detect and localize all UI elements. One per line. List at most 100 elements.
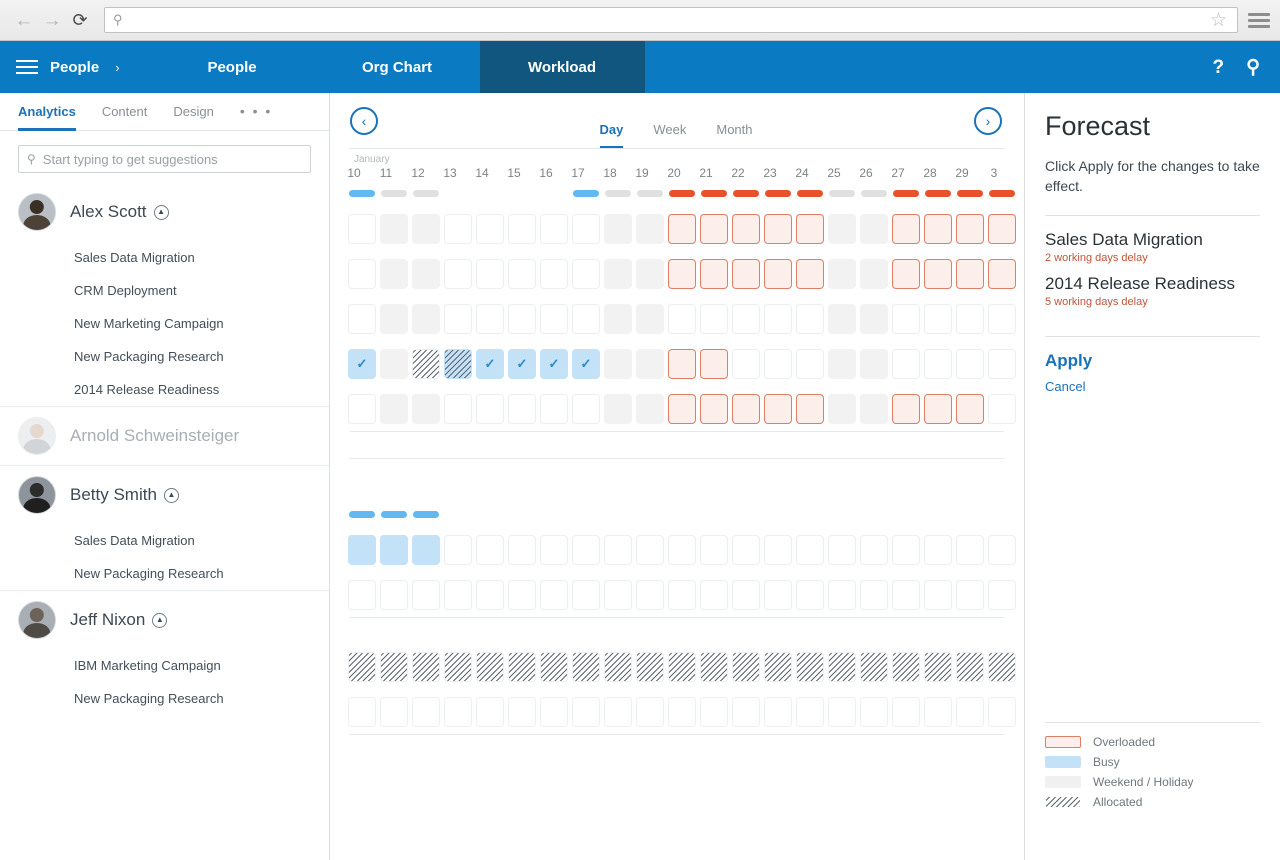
workload-cell[interactable] bbox=[442, 349, 474, 379]
workload-cell[interactable] bbox=[698, 697, 730, 727]
workload-cell[interactable] bbox=[410, 349, 442, 379]
workload-cell[interactable] bbox=[762, 697, 794, 727]
workload-cell[interactable] bbox=[666, 259, 698, 289]
workload-cell[interactable] bbox=[346, 394, 378, 424]
workload-cell[interactable] bbox=[570, 259, 602, 289]
workload-cell[interactable] bbox=[474, 535, 506, 565]
workload-cell[interactable] bbox=[826, 259, 858, 289]
workload-cell[interactable] bbox=[922, 580, 954, 610]
forward-arrow-icon[interactable]: → bbox=[38, 6, 66, 34]
workload-cell[interactable] bbox=[762, 535, 794, 565]
workload-cell[interactable] bbox=[698, 259, 730, 289]
workload-cell[interactable] bbox=[666, 304, 698, 334]
workload-cell[interactable] bbox=[922, 304, 954, 334]
workload-cell[interactable] bbox=[826, 697, 858, 727]
workload-cell[interactable] bbox=[826, 349, 858, 379]
workload-cell[interactable] bbox=[698, 304, 730, 334]
workload-cell[interactable] bbox=[378, 349, 410, 379]
tab-month[interactable]: Month bbox=[716, 122, 752, 149]
workload-cell[interactable] bbox=[570, 580, 602, 610]
tab-analytics[interactable]: Analytics bbox=[18, 104, 76, 131]
workload-cell[interactable] bbox=[698, 580, 730, 610]
chevron-up-circle-icon[interactable]: ▲ bbox=[152, 613, 167, 628]
workload-cell[interactable] bbox=[730, 259, 762, 289]
workload-cell[interactable] bbox=[858, 259, 890, 289]
workload-cell[interactable] bbox=[986, 697, 1018, 727]
workload-cell[interactable] bbox=[474, 394, 506, 424]
workload-cell[interactable] bbox=[410, 259, 442, 289]
tab-week[interactable]: Week bbox=[653, 122, 686, 149]
workload-cell[interactable] bbox=[858, 304, 890, 334]
workload-cell[interactable] bbox=[666, 535, 698, 565]
workload-cell[interactable]: ✓ bbox=[474, 349, 506, 379]
workload-cell[interactable] bbox=[730, 304, 762, 334]
workload-cell[interactable] bbox=[570, 394, 602, 424]
workload-cell[interactable] bbox=[698, 349, 730, 379]
workload-cell[interactable] bbox=[378, 652, 410, 682]
chevron-up-circle-icon[interactable]: ▲ bbox=[164, 488, 179, 503]
star-icon[interactable]: ☆ bbox=[1210, 11, 1227, 30]
workload-cell[interactable] bbox=[954, 394, 986, 424]
workload-cell[interactable] bbox=[346, 697, 378, 727]
reload-icon[interactable]: ⟳ bbox=[66, 6, 94, 34]
workload-cell[interactable] bbox=[378, 214, 410, 244]
workload-cell[interactable] bbox=[410, 697, 442, 727]
workload-cell[interactable] bbox=[890, 535, 922, 565]
workload-cell[interactable] bbox=[538, 652, 570, 682]
chevron-right-circle-icon[interactable]: › bbox=[974, 107, 1002, 135]
person-header-betty-smith[interactable]: Betty Smith ▲ bbox=[0, 466, 329, 524]
tab-more-icon[interactable]: • • • bbox=[240, 103, 272, 131]
workload-cell[interactable] bbox=[730, 580, 762, 610]
workload-cell[interactable] bbox=[954, 349, 986, 379]
project-row[interactable]: IBM Marketing Campaign bbox=[0, 649, 329, 682]
nav-item-org-chart[interactable]: Org Chart bbox=[315, 41, 480, 93]
workload-cell[interactable] bbox=[378, 535, 410, 565]
workload-cell[interactable] bbox=[794, 535, 826, 565]
workload-cell[interactable] bbox=[762, 349, 794, 379]
workload-cell[interactable] bbox=[602, 304, 634, 334]
workload-cell[interactable] bbox=[602, 394, 634, 424]
workload-cell[interactable] bbox=[570, 304, 602, 334]
workload-cell[interactable] bbox=[954, 304, 986, 334]
workload-cell[interactable] bbox=[826, 580, 858, 610]
workload-cell[interactable] bbox=[570, 535, 602, 565]
workload-cell[interactable] bbox=[602, 652, 634, 682]
workload-cell[interactable] bbox=[794, 214, 826, 244]
workload-cell[interactable] bbox=[858, 394, 890, 424]
workload-cell[interactable] bbox=[922, 259, 954, 289]
tab-day[interactable]: Day bbox=[600, 122, 624, 149]
workload-cell[interactable] bbox=[506, 259, 538, 289]
tab-design[interactable]: Design bbox=[173, 104, 213, 131]
person-header-alex-scott[interactable]: Alex Scott ▲ bbox=[0, 183, 329, 241]
workload-cell[interactable] bbox=[730, 349, 762, 379]
nav-item-workload[interactable]: Workload bbox=[480, 41, 645, 93]
workload-cell[interactable] bbox=[410, 652, 442, 682]
workload-cell[interactable] bbox=[442, 697, 474, 727]
workload-cell[interactable] bbox=[634, 580, 666, 610]
workload-cell[interactable] bbox=[634, 304, 666, 334]
workload-cell[interactable] bbox=[410, 394, 442, 424]
workload-cell[interactable] bbox=[634, 652, 666, 682]
workload-cell[interactable] bbox=[506, 304, 538, 334]
workload-cell[interactable] bbox=[890, 652, 922, 682]
workload-cell[interactable] bbox=[378, 259, 410, 289]
chevron-up-circle-icon[interactable]: ▲ bbox=[154, 205, 169, 220]
workload-cell[interactable] bbox=[570, 214, 602, 244]
workload-cell[interactable] bbox=[986, 214, 1018, 244]
project-row[interactable]: 2014 Release Readiness bbox=[0, 373, 329, 406]
workload-cell[interactable] bbox=[794, 259, 826, 289]
workload-cell[interactable] bbox=[602, 349, 634, 379]
workload-cell[interactable] bbox=[954, 259, 986, 289]
workload-cell[interactable] bbox=[922, 214, 954, 244]
workload-cell[interactable] bbox=[410, 304, 442, 334]
project-row[interactable]: CRM Deployment bbox=[0, 274, 329, 307]
workload-cell[interactable] bbox=[698, 394, 730, 424]
workload-cell[interactable] bbox=[442, 535, 474, 565]
workload-cell[interactable] bbox=[954, 214, 986, 244]
person-header-jeff-nixon[interactable]: Jeff Nixon ▲ bbox=[0, 591, 329, 649]
workload-cell[interactable] bbox=[538, 304, 570, 334]
workload-cell[interactable]: ✓ bbox=[346, 349, 378, 379]
workload-cell[interactable] bbox=[794, 652, 826, 682]
workload-cell[interactable] bbox=[570, 697, 602, 727]
workload-cell[interactable] bbox=[378, 580, 410, 610]
